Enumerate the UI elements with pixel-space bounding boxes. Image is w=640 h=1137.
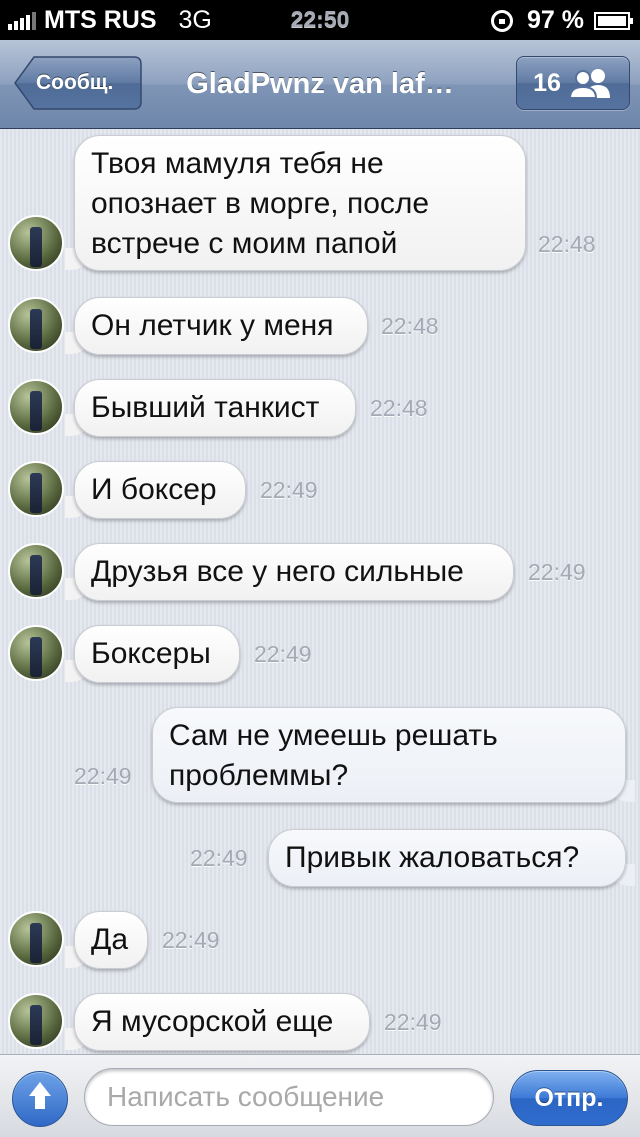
status-bar: MTS RUS 3G 22:50 97 % (0, 0, 640, 40)
message-bubble[interactable]: Я мусорской еще (65, 993, 370, 1051)
back-button[interactable]: Сообщ. (14, 56, 142, 110)
message-text-line: Да (91, 923, 129, 956)
status-right: 97 % (491, 6, 633, 35)
message-bubble[interactable]: Друзья все у него сильные (65, 543, 514, 601)
send-button[interactable]: Отпр. (510, 1070, 628, 1126)
rotation-lock-icon (491, 9, 514, 32)
message-timestamp: 22:49 (190, 845, 248, 871)
group-people-icon (568, 69, 610, 98)
message-input[interactable] (84, 1068, 494, 1126)
avatar[interactable] (8, 297, 64, 353)
message-bubble[interactable]: Боксеры (65, 625, 240, 683)
message-bubble-outgoing[interactable]: Сам не умеешь решать проблеммы? (152, 707, 635, 803)
message-text-line: Привык жаловаться? (285, 841, 580, 874)
message-text-line: Я мусорской еще (91, 1005, 334, 1038)
avatar[interactable] (8, 379, 64, 435)
message-timestamp: 22:49 (74, 763, 132, 789)
participants-button[interactable]: 16 (516, 56, 630, 110)
message-bubble[interactable]: И боксер (65, 461, 246, 519)
message-text-line: Бывший танкист (91, 391, 320, 424)
avatar[interactable] (8, 993, 64, 1049)
message-bubble[interactable]: Бывший танкист (65, 379, 356, 437)
message-text-line: Сам не умеешь решать (169, 719, 498, 752)
upload-arrow-icon[interactable] (12, 1071, 68, 1127)
message-text-line: Друзья все у него сильные (91, 555, 464, 588)
avatar[interactable] (8, 543, 64, 599)
message-timestamp: 22:48 (538, 231, 596, 257)
message-timestamp: 22:49 (254, 641, 312, 667)
message-text-line: Боксеры (91, 637, 211, 670)
battery-percent: 97 % (527, 6, 584, 34)
avatar[interactable] (8, 215, 64, 271)
participants-count: 16 (533, 69, 561, 97)
back-button-label: Сообщ. (36, 71, 114, 94)
message-text-line: Твоя мамуля тебя не (91, 147, 384, 180)
message-timestamp: 22:49 (260, 477, 318, 503)
message-timestamp: 22:49 (162, 927, 220, 953)
avatar[interactable] (8, 625, 64, 681)
avatar[interactable] (8, 911, 64, 967)
message-timestamp: 22:49 (384, 1009, 442, 1035)
message-timestamp: 22:48 (370, 395, 428, 421)
message-timestamp: 22:49 (528, 559, 586, 585)
message-bubble-outgoing[interactable]: Привык жаловаться? (268, 829, 635, 887)
navigation-bar: Сообщ. GladPwnz van laf… 16 (0, 40, 640, 129)
message-text-line: опознает в морге, после (91, 187, 430, 220)
message-text-line: И боксер (91, 473, 217, 506)
message-list[interactable]: Твоя мамуля тебя не опознает в морге, по… (0, 129, 640, 1054)
message-bubble[interactable]: Он летчик у меня (65, 297, 368, 355)
message-text-line: проблеммы? (169, 759, 349, 792)
conversation-title: GladPwnz van laf… (186, 68, 454, 100)
composer-bar: Отпр. (0, 1054, 640, 1137)
message-timestamp: 22:48 (381, 313, 439, 339)
message-bubble[interactable]: Да (65, 911, 148, 969)
avatar[interactable] (8, 461, 64, 517)
message-text-line: встрече с моим папой (91, 227, 398, 260)
message-bubble[interactable]: Твоя мамуля тебя не опознает в морге, по… (65, 135, 526, 271)
battery-icon (594, 11, 633, 30)
message-text-line: Он летчик у меня (91, 309, 334, 342)
